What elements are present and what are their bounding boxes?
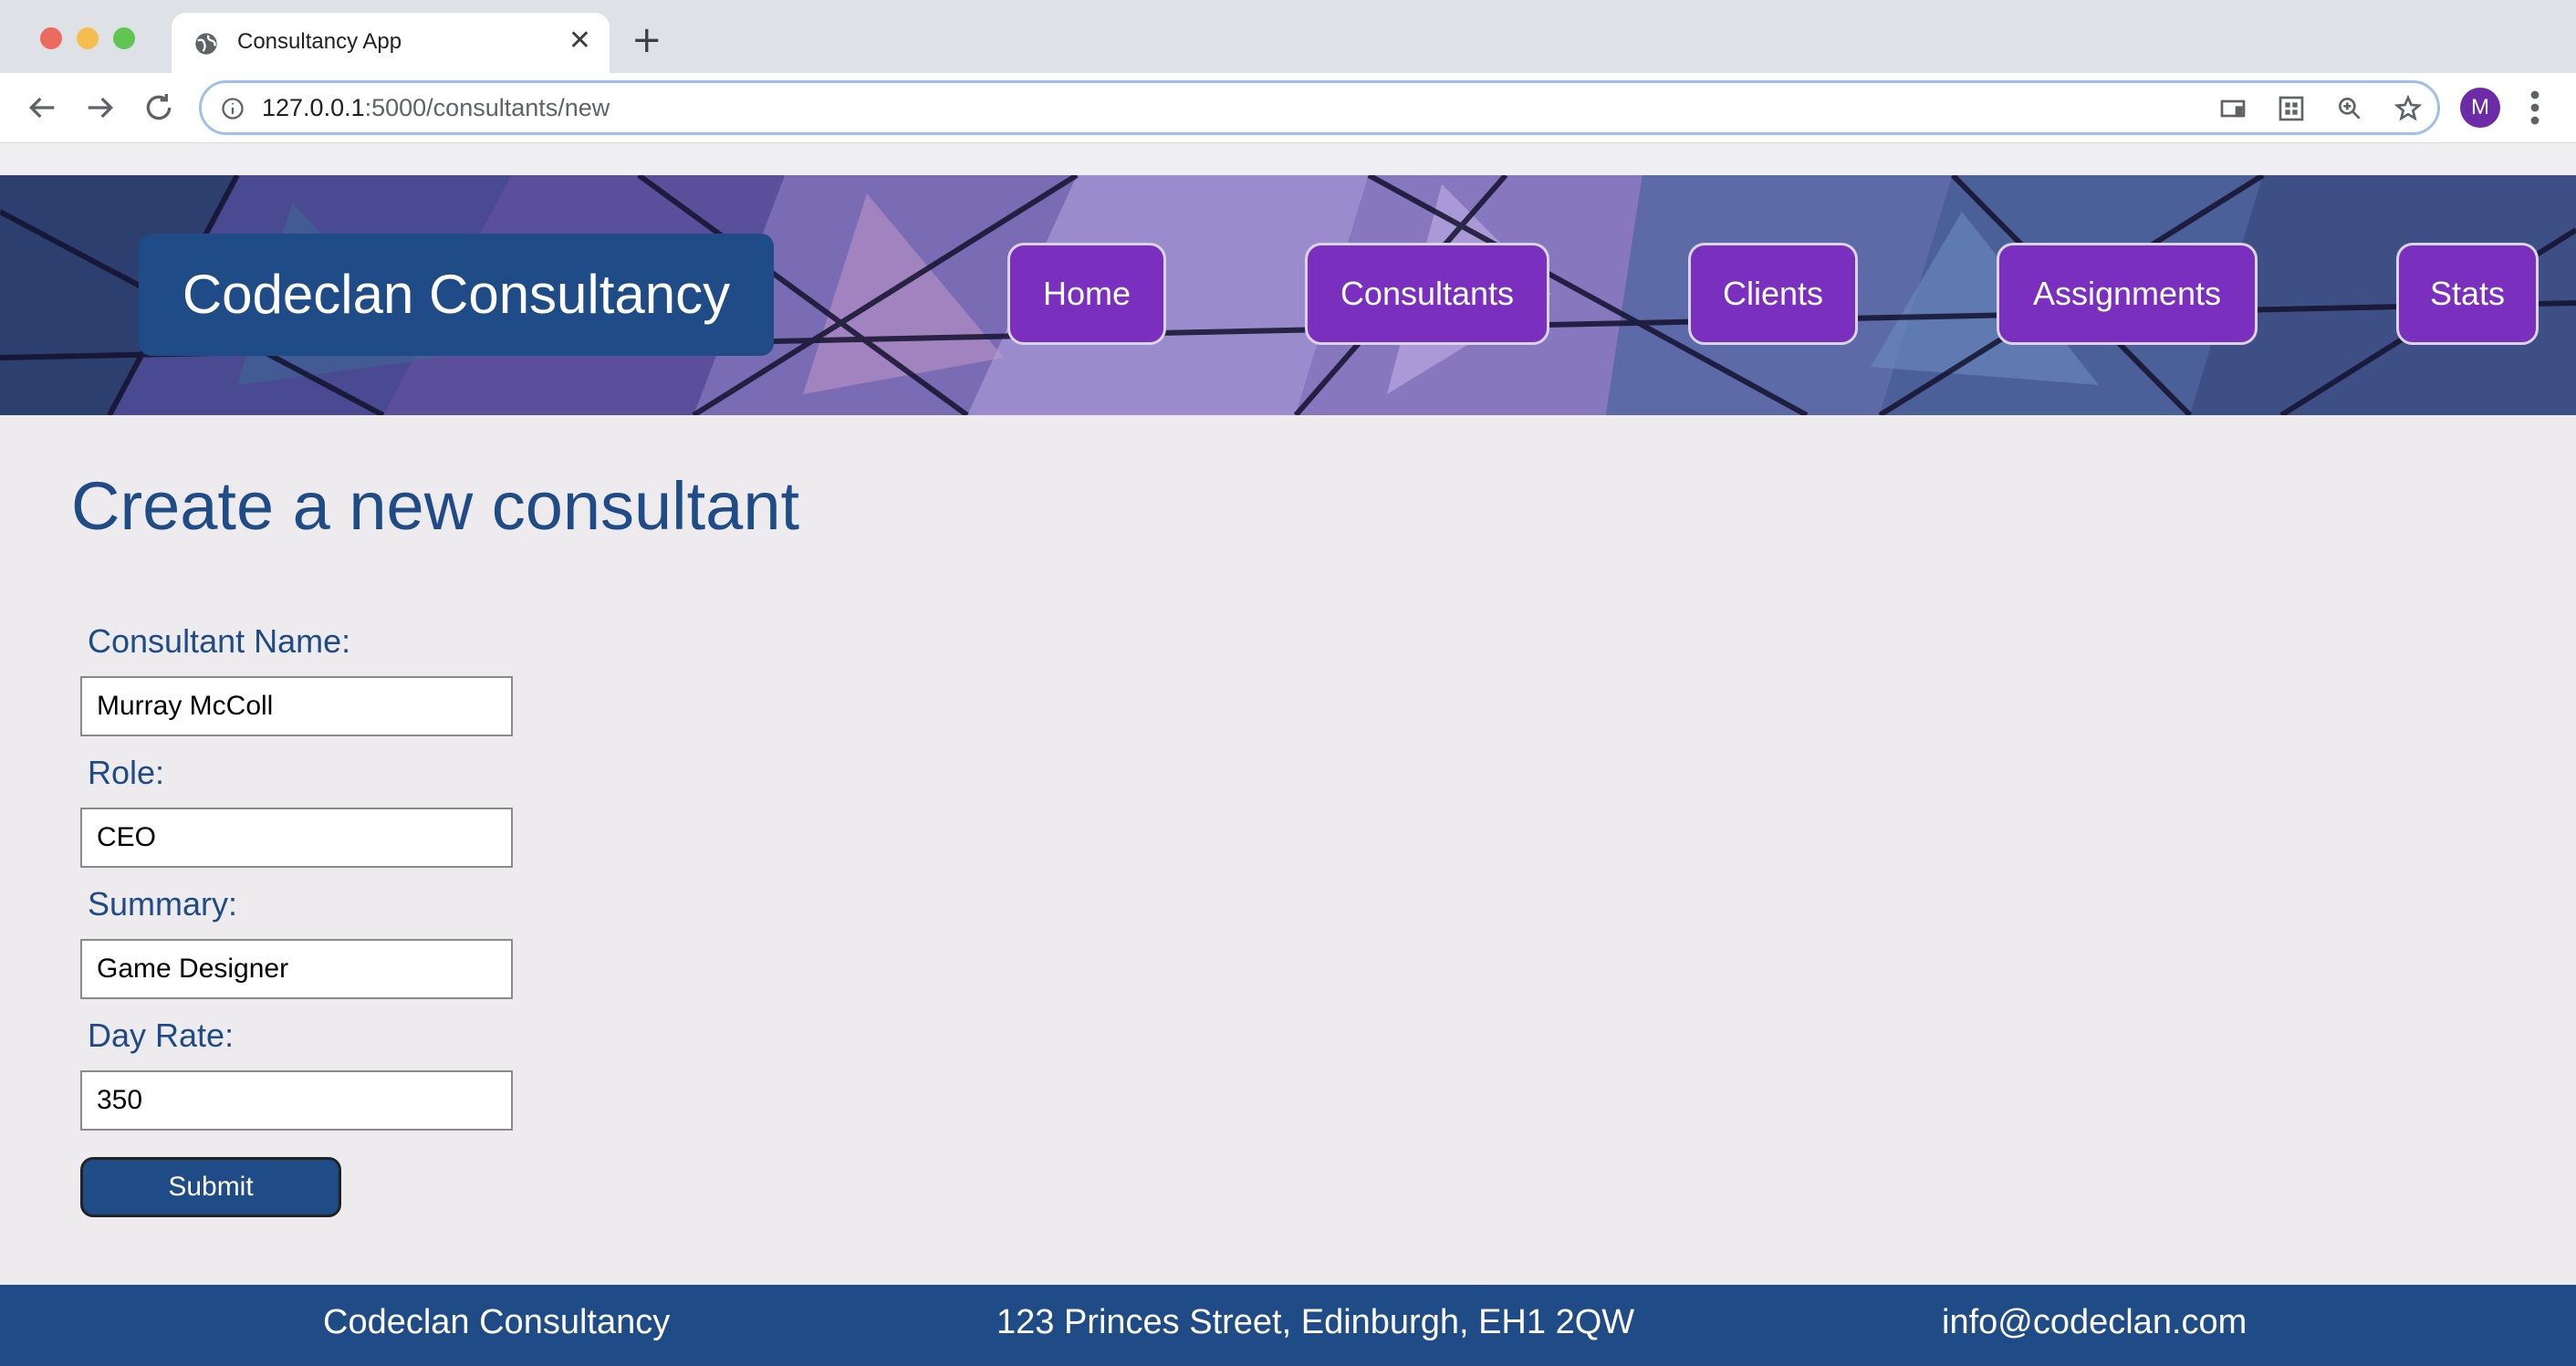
nav-clients[interactable]: Clients	[1688, 243, 1858, 345]
url-path: :5000/consultants/new	[364, 94, 610, 121]
close-tab-icon[interactable]: ✕	[568, 27, 591, 55]
address-bar[interactable]: 127.0.0.1:5000/consultants/new	[199, 80, 2440, 135]
minimize-window-button[interactable]	[77, 27, 99, 49]
back-arrow-icon[interactable]	[24, 89, 60, 126]
cast-icon[interactable]	[2218, 94, 2247, 123]
bookmark-star-icon[interactable]	[2393, 94, 2423, 123]
role-input[interactable]: CEO	[80, 808, 513, 868]
url-host: 127.0.0.1	[262, 94, 365, 121]
nav-home[interactable]: Home	[1007, 243, 1166, 345]
site-footer: Codeclan Consultancy 123 Princes Street,…	[0, 1285, 2576, 1366]
footer-company: Codeclan Consultancy	[323, 1303, 671, 1341]
footer-email[interactable]: info@codeclan.com	[1942, 1303, 2247, 1342]
tab-title: Consultancy App	[237, 29, 402, 54]
forward-arrow-icon[interactable]	[82, 89, 119, 126]
summary-input[interactable]: Game Designer	[80, 939, 513, 999]
profile-avatar[interactable]: M	[2460, 88, 2500, 128]
browser-titlebar: Consultancy App ✕ +	[0, 0, 2576, 73]
nav-consultants[interactable]: Consultants	[1305, 243, 1549, 345]
day-rate-input[interactable]: 350	[80, 1070, 513, 1131]
site-brand[interactable]: Codeclan Consultancy	[139, 234, 774, 356]
new-tab-button[interactable]: +	[631, 22, 662, 58]
page-top-strip	[0, 142, 2576, 175]
qr-code-icon[interactable]	[2277, 94, 2306, 123]
url-text: 127.0.0.1:5000/consultants/new	[262, 94, 610, 122]
browser-toolbar: 127.0.0.1:5000/consultants/new M	[0, 73, 2576, 142]
zoom-icon[interactable]	[2335, 94, 2364, 123]
consultant-name-input[interactable]: Murray McColl	[80, 676, 513, 736]
page-title: Create a new consultant	[71, 468, 800, 544]
maximize-window-button[interactable]	[113, 27, 135, 49]
reload-icon[interactable]	[141, 89, 177, 126]
site-header: Codeclan Consultancy Home Consultants Cl…	[0, 175, 2576, 415]
info-icon[interactable]	[220, 96, 245, 121]
more-menu-icon[interactable]	[2528, 86, 2542, 130]
close-window-button[interactable]	[40, 27, 62, 49]
nav-assignments[interactable]: Assignments	[1997, 243, 2258, 345]
footer-address: 123 Princes Street, Edinburgh, EH1 2QW	[996, 1303, 1635, 1341]
role-label: Role:	[88, 754, 165, 791]
summary-label: Summary:	[88, 885, 238, 923]
nav-stats[interactable]: Stats	[2396, 243, 2539, 345]
browser-tab[interactable]: Consultancy App ✕	[172, 13, 610, 73]
submit-button[interactable]: Submit	[80, 1157, 341, 1217]
day-rate-label: Day Rate:	[88, 1017, 235, 1054]
globe-icon	[195, 33, 217, 55]
consultant-name-label: Consultant Name:	[88, 622, 351, 660]
